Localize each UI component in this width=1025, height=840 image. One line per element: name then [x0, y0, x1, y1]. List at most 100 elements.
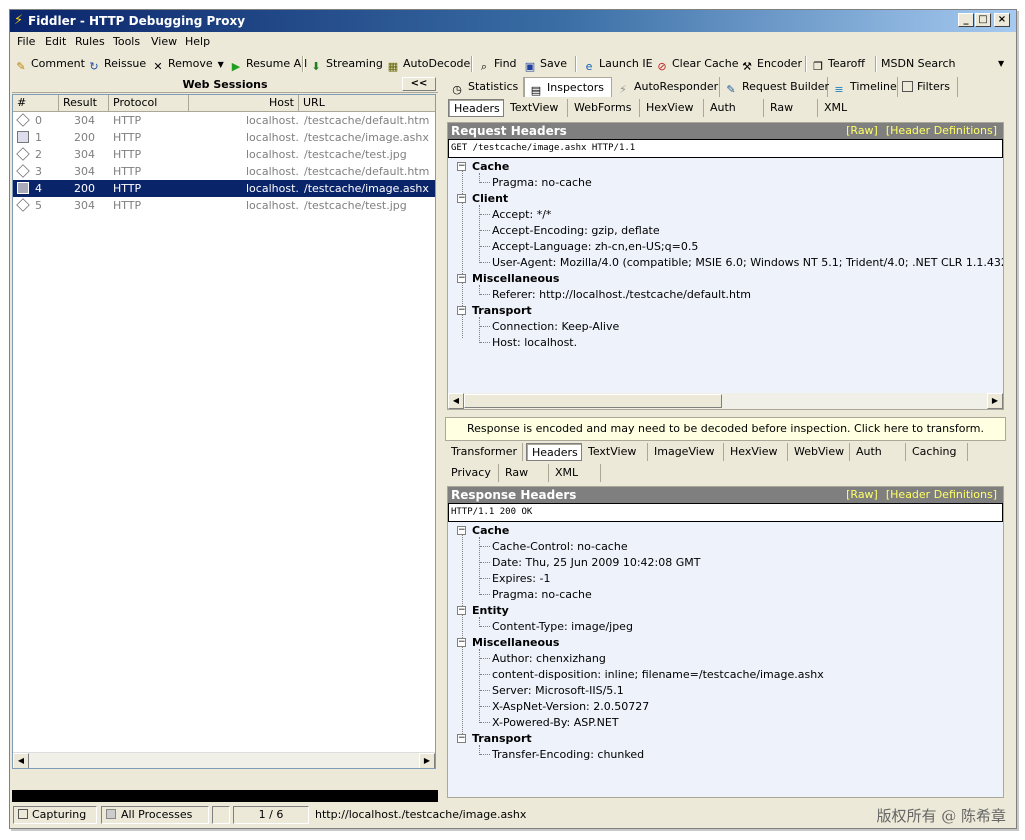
collapse-toggle-icon[interactable]: − [457, 306, 466, 315]
tab-statistics[interactable]: ◷ Statistics [446, 77, 524, 97]
comment-button[interactable]: ✎ Comment [14, 56, 85, 74]
resume-all-button[interactable]: ▶ Resume All [229, 56, 307, 74]
process-icon [106, 809, 116, 819]
checkbox-icon[interactable] [902, 81, 913, 92]
tab-request-builder[interactable]: ✎ Request Builder [720, 77, 829, 97]
header-line: Expires: -1 [492, 572, 551, 585]
col-protocol[interactable]: Protocol [109, 95, 189, 112]
header-line: Content-Type: image/jpeg [492, 620, 633, 633]
toolbar-separator [575, 56, 577, 72]
col-result[interactable]: Result [59, 95, 109, 112]
autodecode-button[interactable]: ▦ AutoDecode [386, 56, 471, 74]
col-url[interactable]: URL [299, 95, 435, 112]
tab-autoresponder[interactable]: ⚡ AutoResponder [612, 77, 720, 97]
resp-tab-hexview[interactable]: HexView [724, 443, 788, 461]
req-tab-xml[interactable]: XML [818, 99, 870, 117]
launch-ie-button[interactable]: e Launch IE [582, 56, 653, 74]
toolbar-separator [302, 56, 304, 72]
collapse-toggle-icon[interactable]: − [457, 526, 466, 535]
scroll-thumb[interactable] [464, 394, 722, 408]
resp-tab-webview[interactable]: WebView [788, 443, 850, 461]
msdn-search-box[interactable]: MSDN Search [881, 56, 955, 74]
tab-inspectors[interactable]: ▤ Inspectors [524, 77, 612, 97]
binoculars-icon: ⌕ [480, 60, 488, 73]
resp-tab-privacy[interactable]: Privacy [445, 464, 499, 482]
reissue-button[interactable]: ↻ Reissue [87, 56, 146, 74]
resp-tab-auth[interactable]: Auth [850, 443, 906, 461]
session-row[interactable]: 0 304 HTTP localhost. /testcache/default… [13, 112, 435, 129]
session-row[interactable]: 5 304 HTTP localhost. /testcache/test.jp… [13, 197, 435, 214]
capturing-indicator[interactable]: Capturing [13, 806, 97, 824]
close-button[interactable]: × [994, 13, 1010, 27]
menu-file[interactable]: File [17, 35, 35, 48]
req-tab-webforms[interactable]: WebForms [568, 99, 640, 117]
maximize-button[interactable]: □ [975, 13, 991, 27]
stopwatch-icon: ◷ [452, 83, 462, 96]
collapse-toggle-icon[interactable]: − [457, 606, 466, 615]
req-tab-raw[interactable]: Raw [764, 99, 818, 117]
header-definitions-link[interactable]: [Header Definitions] [886, 124, 997, 137]
header-line: Referer: http://localhost./testcache/def… [492, 288, 752, 301]
scroll-right-icon[interactable]: ▶ [987, 393, 1003, 409]
session-row[interactable]: 3 304 HTTP localhost. /testcache/default… [13, 163, 435, 180]
tab-timeline[interactable]: ≡ Timeline [828, 77, 898, 97]
resp-tab-raw[interactable]: Raw [499, 464, 549, 482]
clear-cache-icon: ⊘ [657, 60, 667, 73]
scroll-left-icon[interactable]: ◀ [448, 393, 464, 409]
scroll-right-icon[interactable]: ▶ [419, 753, 435, 768]
raw-link[interactable]: [Raw] [846, 124, 878, 137]
tearoff-button[interactable]: ❐ Tearoff [811, 56, 865, 74]
request-hscrollbar[interactable]: ◀ ▶ [448, 393, 1003, 409]
menu-edit[interactable]: Edit [45, 35, 66, 48]
menu-rules[interactable]: Rules [75, 35, 105, 48]
collapse-toggle-icon[interactable]: − [457, 162, 466, 171]
req-tab-auth[interactable]: Auth [704, 99, 764, 117]
process-filter[interactable]: All Processes [101, 806, 209, 824]
resp-tab-transformer[interactable]: Transformer [445, 443, 523, 461]
session-row-selected[interactable]: 4 200 HTTP localhost. /testcache/image.a… [13, 180, 435, 197]
collapse-button[interactable]: << [402, 77, 436, 91]
collapse-toggle-icon[interactable]: − [457, 638, 466, 647]
encoder-button[interactable]: ⚒ Encoder [740, 56, 802, 74]
toolbar-overflow-chevron-icon[interactable]: ▼ [998, 56, 1004, 74]
resp-tab-headers[interactable]: Headers [526, 443, 582, 461]
tab-filters[interactable]: Filters [898, 77, 958, 97]
session-list[interactable]: # Result Protocol Host URL 0 304 HTTP lo… [12, 94, 436, 769]
toolbar-separator [875, 56, 877, 72]
request-tabs: Headers TextView WebForms HexView Auth R… [442, 99, 1016, 119]
scroll-left-icon[interactable]: ◀ [13, 753, 29, 768]
header-line: Pragma: no-cache [492, 176, 592, 189]
clear-cache-button[interactable]: ⊘ Clear Cache [655, 56, 738, 74]
response-tabs-row1: Transformer Headers TextView ImageView H… [442, 443, 1016, 463]
toolbar: ✎ Comment ↻ Reissue ✕ Remove ▼ ▶ Resume All ⬇… [10, 53, 1016, 75]
header-line: Date: Thu, 25 Jun 2009 10:42:08 GMT [492, 556, 701, 569]
group-cache: Cache [472, 160, 510, 173]
resp-tab-xml[interactable]: XML [549, 464, 601, 482]
col-host[interactable]: Host [189, 95, 299, 112]
resp-tab-imageview[interactable]: ImageView [648, 443, 724, 461]
session-row[interactable]: 2 304 HTTP localhost. /testcache/test.jp… [13, 146, 435, 163]
req-tab-textview[interactable]: TextView [504, 99, 568, 117]
menu-view[interactable]: View [151, 35, 177, 48]
header-definitions-link[interactable]: [Header Definitions] [886, 488, 997, 501]
menu-tools[interactable]: Tools [113, 35, 140, 48]
req-tab-hexview[interactable]: HexView [640, 99, 704, 117]
resp-tab-caching[interactable]: Caching [906, 443, 968, 461]
remove-button[interactable]: ✕ Remove ▼ [151, 56, 223, 74]
request-line: GET /testcache/image.ashx HTTP/1.1 [448, 139, 1003, 158]
collapse-toggle-icon[interactable]: − [457, 194, 466, 203]
session-row[interactable]: 1 200 HTTP localhost. /testcache/image.a… [13, 129, 435, 146]
req-tab-headers[interactable]: Headers [448, 99, 504, 117]
collapse-toggle-icon[interactable]: − [457, 274, 466, 283]
save-button[interactable]: ▣ Save [523, 56, 567, 74]
resp-tab-textview[interactable]: TextView [582, 443, 648, 461]
col-num[interactable]: # [13, 95, 59, 112]
session-list-hscrollbar[interactable]: ◀ ▶ [13, 752, 435, 768]
collapse-toggle-icon[interactable]: − [457, 734, 466, 743]
menu-help[interactable]: Help [185, 35, 210, 48]
streaming-button[interactable]: ⬇ Streaming [309, 56, 382, 74]
minimize-button[interactable]: _ [958, 13, 974, 27]
find-button[interactable]: ⌕ Find [477, 56, 517, 74]
raw-link[interactable]: [Raw] [846, 488, 878, 501]
transform-notice[interactable]: Response is encoded and may need to be d… [445, 417, 1006, 441]
